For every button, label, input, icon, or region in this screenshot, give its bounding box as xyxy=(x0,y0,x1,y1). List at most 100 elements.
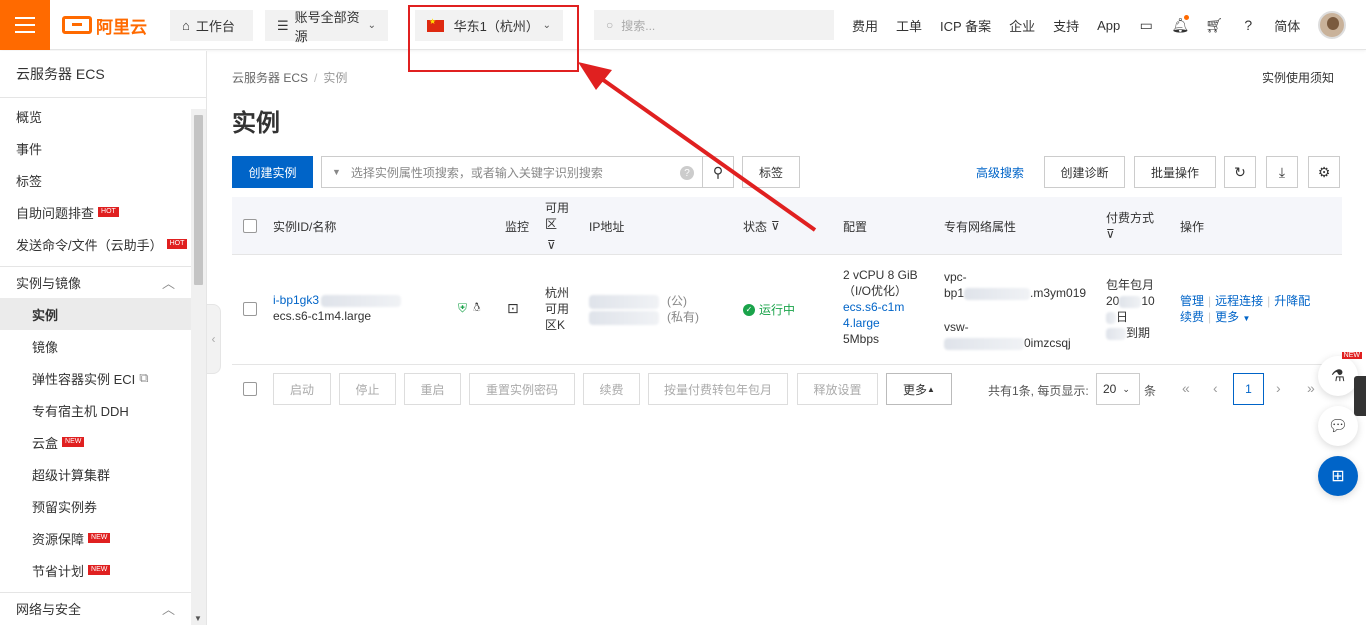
settings-button[interactable]: ⚙ xyxy=(1308,156,1340,188)
release-settings-button[interactable]: 释放设置 xyxy=(797,373,878,405)
filter-icon[interactable]: ⊽ xyxy=(771,219,780,233)
help-icon[interactable]: ? xyxy=(680,166,694,180)
redacted-block xyxy=(1106,311,1116,324)
billing-date-suffix: 10 xyxy=(1141,294,1155,308)
prev-page-icon[interactable]: ‹ xyxy=(1213,380,1218,396)
reset-password-button[interactable]: 重置实例密码 xyxy=(469,373,575,405)
restart-button[interactable]: 重启 xyxy=(404,373,461,405)
sidebar-item-overview[interactable]: 概览 xyxy=(0,100,191,132)
avatar[interactable] xyxy=(1318,11,1347,39)
sidebar-section-instances-images[interactable]: 实例与镜像 ︿ xyxy=(0,266,191,298)
sidebar-item-savings-plan[interactable]: 节省计划 NEW xyxy=(0,554,191,586)
config-type-link[interactable]: ecs.s6-c1m4.large xyxy=(843,299,913,331)
remote-connect-link[interactable]: 远程连接 xyxy=(1215,294,1263,308)
sidebar-item-cloudbox[interactable]: 云盒 NEW xyxy=(0,426,191,458)
renew-link[interactable]: 续费 xyxy=(1180,310,1204,324)
column-billing[interactable]: 付费方式 ⊽ xyxy=(1106,197,1154,255)
monitor-chart-icon[interactable]: ⊡ xyxy=(507,300,519,316)
last-page-icon[interactable]: » xyxy=(1307,380,1315,396)
renew-button[interactable]: 续费 xyxy=(583,373,640,405)
footer-select-all-checkbox[interactable] xyxy=(243,382,257,396)
page-size-select[interactable]: 20 ⌄ xyxy=(1096,373,1140,405)
resize-link[interactable]: 升降配 xyxy=(1274,294,1310,308)
download-button[interactable]: ⤓ xyxy=(1266,156,1298,188)
sidebar-item-images[interactable]: 镜像 xyxy=(0,330,191,362)
create-instance-button[interactable]: 创建实例 xyxy=(232,156,313,188)
sidebar-item-troubleshoot[interactable]: 自助问题排查 HOT xyxy=(0,196,191,228)
link-icp[interactable]: ICP 备案 xyxy=(940,16,991,35)
toolbar: 创建实例 ▼ 选择实例属性项搜索，或者输入关键字识别搜索 ? ⚲ 标签 高级搜索… xyxy=(232,156,1342,188)
vpc-cell[interactable]: vpc- bp1 .m3ym019 vsw- 0imzcsqj xyxy=(944,269,1094,351)
start-button[interactable]: 启动 xyxy=(273,373,331,405)
column-status[interactable]: 状态 ⊽ xyxy=(743,197,780,255)
select-all-checkbox[interactable] xyxy=(243,197,257,255)
refresh-button[interactable]: ↻ xyxy=(1224,156,1256,188)
column-zone[interactable]: 可用区 ⊽ xyxy=(545,197,573,255)
global-search-input[interactable]: ○ 搜索... xyxy=(594,10,834,40)
sidebar-scrollbar[interactable]: ▼ xyxy=(191,109,206,625)
more-actions-link[interactable]: 更多 ▼ xyxy=(1215,310,1250,324)
cart-icon[interactable]: 🛒︎ xyxy=(1205,17,1223,33)
workbench-button[interactable]: ⌂ 工作台 xyxy=(170,10,253,41)
config-bandwidth: 5Mbps xyxy=(843,332,880,346)
next-page-icon[interactable]: › xyxy=(1276,380,1281,396)
link-billing[interactable]: 费用 xyxy=(852,16,878,35)
menu-icon[interactable] xyxy=(0,0,50,50)
resources-dropdown[interactable]: ☰ 账号全部资源 ⌄ xyxy=(265,10,388,44)
stop-button[interactable]: 停止 xyxy=(339,373,396,405)
sidebar-item-assurance[interactable]: 资源保障 NEW xyxy=(0,522,191,554)
side-widget-handle[interactable] xyxy=(1354,376,1366,416)
config-cell: 2 vCPU 8 GiB （I/O优化） ecs.s6-c1m4.large 5… xyxy=(843,267,918,347)
convert-billing-button[interactable]: 按量付费转包年包月 xyxy=(648,373,788,405)
sidebar-item-scc[interactable]: 超级计算集群 xyxy=(0,458,191,490)
help-icon[interactable]: ? xyxy=(1240,17,1256,33)
sidebar-item-ddh[interactable]: 专有宿主机 DDH xyxy=(0,394,191,426)
sidebar-item-ri[interactable]: 预留实例券 xyxy=(0,490,191,522)
breadcrumb-ecs[interactable]: 云服务器 ECS xyxy=(232,71,308,85)
page-number-current[interactable]: 1 xyxy=(1233,373,1264,405)
scroll-down-icon[interactable]: ▼ xyxy=(194,614,202,623)
tag-button[interactable]: 标签 xyxy=(742,156,800,188)
aliyun-logo[interactable]: 阿里云 xyxy=(62,14,147,37)
terminal-icon[interactable]: ▭ xyxy=(1138,17,1154,33)
scrollbar-thumb[interactable] xyxy=(194,115,203,285)
filter-icon[interactable]: ⊽ xyxy=(547,237,556,253)
server-icon: ☰ xyxy=(277,17,289,33)
link-support[interactable]: 支持 xyxy=(1053,16,1079,35)
more-button[interactable]: 更多 ▲ xyxy=(886,373,952,405)
feedback-button[interactable]: 💬︎ xyxy=(1318,406,1358,446)
link-app[interactable]: App xyxy=(1097,18,1120,33)
sidebar-item-cloud-assistant[interactable]: 发送命令/文件（云助手） HOT xyxy=(0,228,191,260)
filter-icon[interactable]: ⊽ xyxy=(1106,226,1115,242)
apps-button[interactable]: ⊞ xyxy=(1318,456,1358,496)
language-switch[interactable]: 简体 xyxy=(1274,16,1300,35)
link-ticket[interactable]: 工单 xyxy=(896,16,922,35)
advanced-search-link[interactable]: 高级搜索 xyxy=(967,156,1033,188)
create-diagnosis-button[interactable]: 创建诊断 xyxy=(1044,156,1125,188)
instance-type: ecs.s6-c1m4.large xyxy=(273,309,372,323)
top-navigation-bar: 阿里云 ⌂ 工作台 ☰ 账号全部资源 ⌄ 华东1（杭州） ⌄ ○ 搜索... 费… xyxy=(0,0,1366,50)
apps-grid-icon: ⊞ xyxy=(1331,468,1345,485)
chat-icon: 💬︎ xyxy=(1327,418,1349,435)
bell-icon[interactable]: 🔔︎ xyxy=(1171,15,1190,33)
batch-operation-button[interactable]: 批量操作 xyxy=(1134,156,1216,188)
config-cpu-mem: 2 vCPU 8 GiB xyxy=(843,268,918,282)
link-enterprise[interactable]: 企业 xyxy=(1009,16,1035,35)
instance-search-input[interactable]: ▼ 选择实例属性项搜索，或者输入关键字识别搜索 ? xyxy=(321,156,703,188)
manage-link[interactable]: 管理 xyxy=(1180,294,1204,308)
sidebar-section-label: 实例与镜像 xyxy=(16,276,82,291)
instance-notice-link[interactable]: 实例使用须知 xyxy=(1262,69,1334,86)
row-checkbox[interactable] xyxy=(243,302,257,316)
sidebar-item-instances[interactable]: 实例 xyxy=(0,298,191,330)
sidebar-item-eci[interactable]: 弹性容器实例 ECI ⧉ xyxy=(0,362,191,394)
sidebar-item-label: 标签 xyxy=(16,173,43,189)
lab-flask-button[interactable]: ⚗ NEW xyxy=(1318,352,1362,396)
sidebar-collapse-toggle[interactable]: ‹ xyxy=(207,304,221,374)
sidebar-item-tags[interactable]: 标签 xyxy=(0,164,191,196)
first-page-icon[interactable]: « xyxy=(1182,380,1190,396)
instance-id-link[interactable]: i-bp1gk3 xyxy=(273,293,319,307)
sidebar-section-network-security[interactable]: 网络与安全 ︿ xyxy=(0,592,191,624)
search-button[interactable]: ⚲ xyxy=(702,156,734,188)
chevron-up-icon: ︿ xyxy=(161,276,175,291)
sidebar-item-events[interactable]: 事件 xyxy=(0,132,191,164)
